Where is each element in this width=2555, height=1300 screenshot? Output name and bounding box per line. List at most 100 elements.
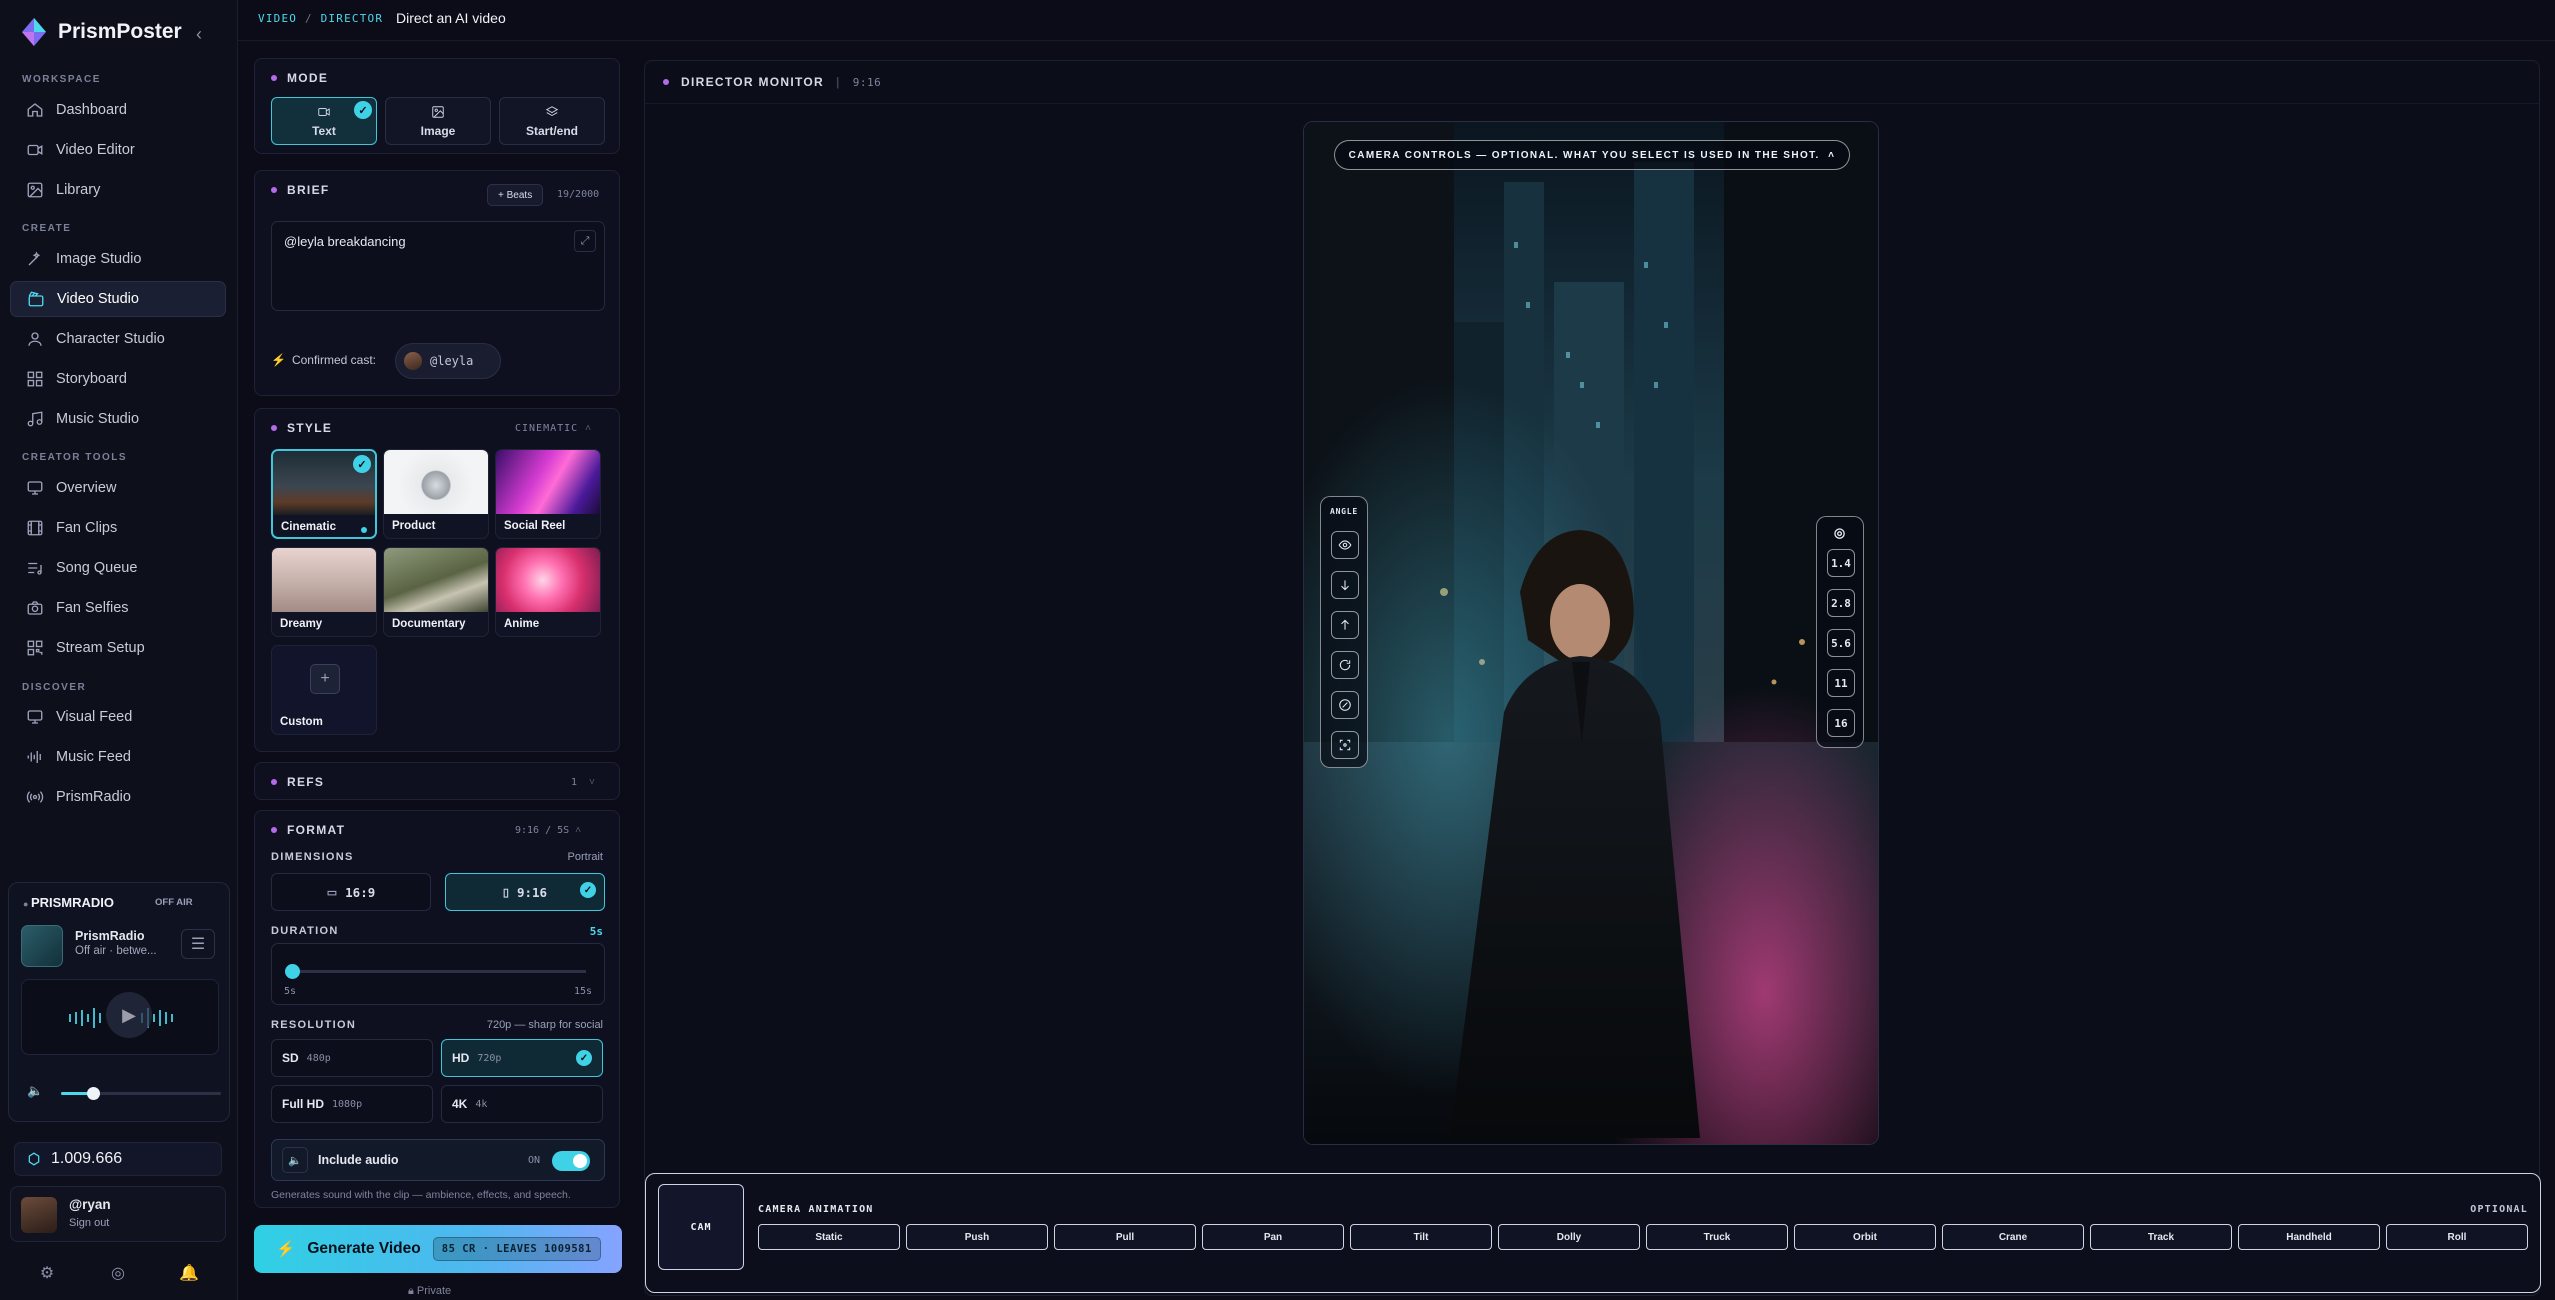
volume-slider[interactable] [61,1087,221,1100]
credits-icon [28,1152,40,1166]
rotate-icon[interactable] [1331,651,1359,679]
sidebar-item-label: Library [56,182,101,198]
resolution-full-hd-button[interactable]: Full HD 1080p [271,1085,433,1123]
style-tile-custom[interactable]: + Custom [271,645,377,735]
focus-icon[interactable] [1331,731,1359,759]
dimension-16-9-button[interactable]: ▭ 16:9 [271,873,431,911]
camera-move-push-button[interactable]: Push [906,1224,1048,1250]
style-tile-product[interactable]: Product [383,449,489,539]
film-icon [27,520,43,536]
sidebar-item-song-queue[interactable]: Song Queue [10,550,226,586]
resolution-4k-button[interactable]: 4K 4k [441,1085,603,1123]
format-summary[interactable]: 9:16 / 5S ˄ [515,825,581,836]
brief-textarea[interactable]: @leyla breakdancing ⤢ [271,221,605,311]
format-panel: FORMAT 9:16 / 5S ˄ DIMENSIONS Portrait ▭… [254,810,620,1208]
mode-start-end-button[interactable]: Start/end [499,97,605,145]
aperture-2-8[interactable]: 2.8 [1827,589,1855,617]
generate-video-button[interactable]: ⚡ Generate Video 85 CR · LEAVES 1009581 [254,1225,622,1273]
sidebar-item-overview[interactable]: Overview [10,470,226,506]
refs-panel[interactable]: REFS 1 ˅ [254,762,620,800]
sidebar-item-visual-feed[interactable]: Visual Feed [10,699,226,735]
sidebar-item-video-editor[interactable]: Video Editor [10,132,226,168]
sidebar-item-storyboard[interactable]: Storyboard [10,361,226,397]
sidebar-item-stream-setup[interactable]: Stream Setup [10,630,226,666]
breadcrumb-section[interactable]: VIDEO [258,12,297,25]
style-tile-social-reel[interactable]: Social Reel [495,449,601,539]
aperture-16[interactable]: 16 [1827,709,1855,737]
camera-move-orbit-button[interactable]: Orbit [1794,1224,1936,1250]
duration-slider[interactable] [285,964,586,979]
camera-move-static-button[interactable]: Static [758,1224,900,1250]
sidebar-item-label: Video Editor [56,142,135,158]
visibility-toggle[interactable]: 🔒︎ Private [408,1285,451,1298]
camera-move-track-button[interactable]: Track [2090,1224,2232,1250]
dimension-9-16-button[interactable]: ▯ 9:16 ✓ [445,873,605,911]
sidebar-item-image-studio[interactable]: Image Studio [10,241,226,277]
style-tile-anime[interactable]: Anime [495,547,601,637]
sidebar-item-fan-clips[interactable]: Fan Clips [10,510,226,546]
sidebar-item-music-studio[interactable]: Music Studio [10,401,226,437]
high-angle-icon[interactable] [1331,611,1359,639]
section-dot [271,779,277,785]
style-tile-dreamy[interactable]: Dreamy [271,547,377,637]
help-icon[interactable]: ◎ [107,1262,129,1284]
add-beats-button[interactable]: + Beats [487,184,544,206]
aperture-1-4[interactable]: 1.4 [1827,549,1855,577]
camera-move-roll-button[interactable]: Roll [2386,1224,2528,1250]
mode-text-button[interactable]: Text ✓ [271,97,377,145]
style-tile-cinematic[interactable]: Cinematic ✓ [271,449,377,539]
resolution-sd-button[interactable]: SD 480p [271,1039,433,1077]
dutch-angle-icon[interactable] [1331,691,1359,719]
sidebar-item-music-feed[interactable]: Music Feed [10,739,226,775]
brand[interactable]: PrismPoster [22,18,182,46]
camera-controls-toggle[interactable]: CAMERA CONTROLS — OPTIONAL. WHAT YOU SEL… [1334,140,1850,170]
include-audio-row[interactable]: 🔈 Include audio ON [271,1139,605,1181]
monitor-icon [27,710,43,724]
check-icon: ✓ [580,882,596,898]
sidebar-item-character-studio[interactable]: Character Studio [10,321,226,357]
sidebar-item-video-studio[interactable]: Video Studio [10,281,226,317]
camera-move-crane-button[interactable]: Crane [1942,1224,2084,1250]
settings-icon[interactable]: ⚙ [36,1262,58,1284]
eye-level-icon[interactable] [1331,531,1359,559]
cam-tile[interactable]: CAM [658,1184,744,1270]
tile-label: Documentary [392,618,466,630]
sign-out-link[interactable]: Sign out [69,1217,109,1229]
mode-image-button[interactable]: Image [385,97,491,145]
radio-subtitle: Off air · betwe... [75,945,157,957]
camera-move-pull-button[interactable]: Pull [1054,1224,1196,1250]
duration-knob[interactable] [285,964,300,979]
collapse-sidebar-icon[interactable]: ‹ [196,24,202,45]
low-angle-icon[interactable] [1331,571,1359,599]
camera-move-handheld-button[interactable]: Handheld [2238,1224,2380,1250]
sidebar-item-prismradio[interactable]: PrismRadio [10,779,226,815]
play-button[interactable]: ▶ [106,992,152,1038]
camera-move-tilt-button[interactable]: Tilt [1350,1224,1492,1250]
resolution-px: 480p [306,1052,331,1064]
style-tile-documentary[interactable]: Documentary [383,547,489,637]
sidebar-item-library[interactable]: Library [10,172,226,208]
user-card[interactable]: @ryan Sign out [10,1186,226,1242]
aperture-11[interactable]: 11 [1827,669,1855,697]
radio-queue-button[interactable]: ☰ [181,929,215,959]
style-selected[interactable]: CINEMATIC ˄ [515,423,592,434]
resolution-hd-button[interactable]: HD 720p ✓ [441,1039,603,1077]
camera-move-pan-button[interactable]: Pan [1202,1224,1344,1250]
sidebar-item-fan-selfies[interactable]: Fan Selfies [10,590,226,626]
aperture-5-6[interactable]: 5.6 [1827,629,1855,657]
tile-label: Anime [504,618,540,630]
cast-chip[interactable]: @leyla [395,343,501,379]
camera-move-dolly-button[interactable]: Dolly [1498,1224,1640,1250]
sidebar-item-label: Song Queue [56,560,138,576]
sidebar-item-dashboard[interactable]: Dashboard [10,92,226,128]
tile-label: Cinematic [281,521,336,533]
volume-knob[interactable] [87,1087,100,1100]
credits-balance[interactable]: 1.009.666 [14,1142,222,1176]
breadcrumb-page[interactable]: DIRECTOR [321,12,384,25]
expand-icon[interactable]: ⤢ [574,230,596,252]
audio-toggle[interactable] [552,1151,590,1171]
cinematic-preview-image [1304,122,1878,1144]
bell-icon[interactable]: 🔔 [178,1262,200,1284]
refs-count-value: 1 [571,777,578,788]
camera-move-truck-button[interactable]: Truck [1646,1224,1788,1250]
